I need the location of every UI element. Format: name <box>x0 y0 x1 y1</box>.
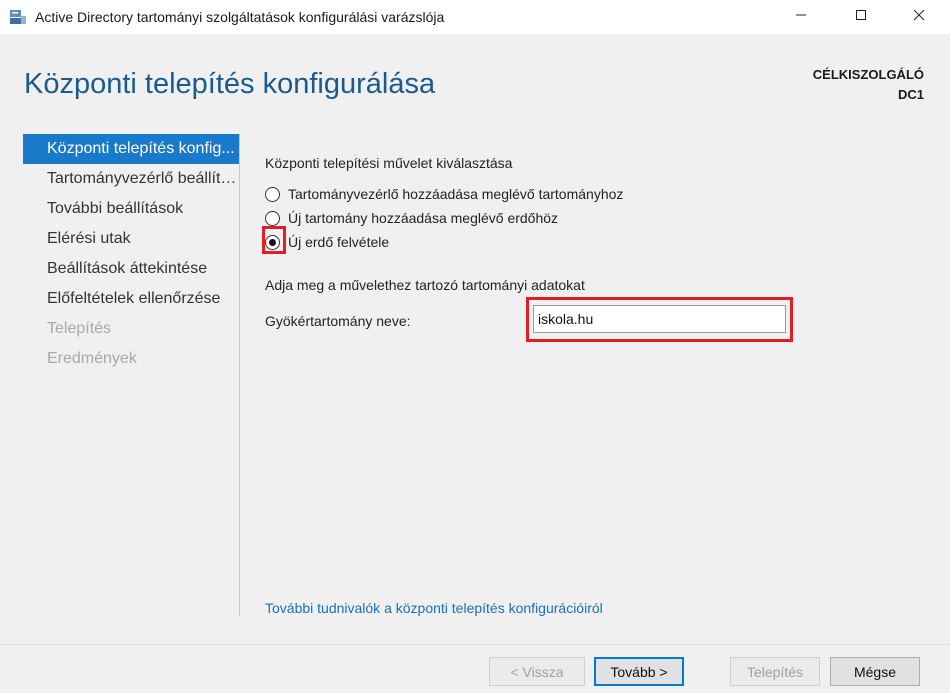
wizard-main-panel: Központi telepítés konfigurálása CÉLKISZ… <box>0 34 950 644</box>
root-domain-label: Gyökértartomány neve: <box>265 313 411 329</box>
title-bar: Active Directory tartományi szolgáltatás… <box>0 0 950 34</box>
window-title: Active Directory tartományi szolgáltatás… <box>35 9 445 25</box>
help-link[interactable]: További tudnivalók a központi telepítés … <box>265 600 603 616</box>
wizard-nav: Központi telepítés konfig... Tartományve… <box>23 134 239 374</box>
root-domain-input[interactable] <box>533 305 786 333</box>
nav-item-installation: Telepítés <box>47 320 112 337</box>
nav-divider <box>239 134 240 616</box>
close-button[interactable] <box>896 0 942 34</box>
cancel-button[interactable]: Mégse <box>830 657 920 686</box>
domain-info-heading: Adja meg a művelethez tartozó tartományi… <box>265 277 585 293</box>
minimize-button[interactable] <box>778 0 824 34</box>
radio-label: Új erdő felvétele <box>288 234 390 250</box>
operation-heading: Központi telepítési művelet kiválasztása <box>265 155 513 171</box>
nav-item-prerequisites-check[interactable]: Előfeltételek ellenőrzése <box>23 284 239 314</box>
highlight-box-radio <box>262 226 286 254</box>
radio-label: Tartományvezérlő hozzáadása meglévő tart… <box>288 186 624 202</box>
install-button[interactable]: Telepítés <box>730 657 820 686</box>
radio-label: Új tartomány hozzáadása meglévő erdőhöz <box>288 210 559 226</box>
back-button[interactable]: < Vissza <box>489 657 585 686</box>
server-manager-icon <box>9 8 27 26</box>
radio-option-new-domain[interactable]: Új tartomány hozzáadása meglévő erdőhöz <box>265 207 558 229</box>
radio-option-add-dc[interactable]: Tartományvezérlő hozzáadása meglévő tart… <box>265 183 623 205</box>
nav-item-paths[interactable]: Elérési utak <box>23 224 239 254</box>
nav-item-review-options[interactable]: Beállítások áttekintése <box>23 254 239 284</box>
close-icon <box>913 8 925 26</box>
nav-item-additional-options[interactable]: További beállítások <box>23 194 239 224</box>
maximize-icon <box>855 8 867 26</box>
nav-item-dc-options[interactable]: Tartományvezérlő beállítá... <box>23 164 239 194</box>
radio-button[interactable] <box>265 186 280 202</box>
button-bar: < Vissza Tovább > Telepítés Mégse <box>0 644 950 693</box>
nav-item-results: Eredmények <box>47 350 137 367</box>
radio-button[interactable] <box>265 210 280 226</box>
nav-item-deployment-configuration[interactable]: Központi telepítés konfig... <box>23 134 239 164</box>
minimize-icon <box>795 8 807 26</box>
content-area: Központi telepítési művelet kiválasztása… <box>262 34 925 644</box>
maximize-button[interactable] <box>838 0 884 34</box>
next-button[interactable]: Tovább > <box>594 657 684 686</box>
